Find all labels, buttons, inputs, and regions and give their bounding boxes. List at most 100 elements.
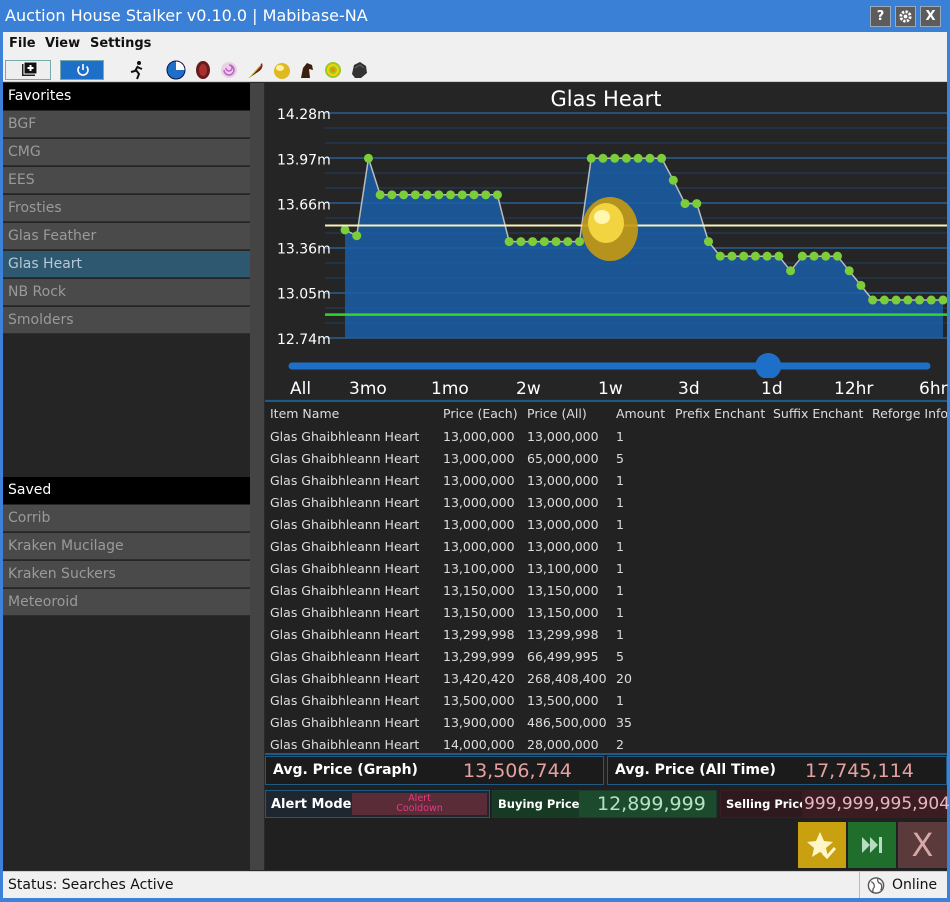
price-point[interactable]: [762, 251, 772, 261]
price-point[interactable]: [668, 175, 678, 185]
price-point[interactable]: [633, 153, 643, 163]
price-point[interactable]: [903, 295, 913, 305]
price-point[interactable]: [856, 280, 866, 290]
table-row[interactable]: Glas Ghaibhleann Heart 13,900,000 486,500,…: [265, 712, 947, 734]
heart-icon[interactable]: [272, 60, 292, 80]
col-prefix-enchant[interactable]: Prefix Enchant: [675, 406, 765, 421]
price-point[interactable]: [645, 153, 655, 163]
sidebar-item-cmg[interactable]: CMG: [3, 139, 250, 166]
price-point[interactable]: [492, 190, 502, 200]
red-item-icon[interactable]: [193, 60, 213, 80]
menu-file[interactable]: File: [9, 36, 36, 51]
sidebar-item-glas-heart[interactable]: Glas Heart: [3, 251, 250, 278]
feather-icon[interactable]: [246, 60, 266, 80]
price-point[interactable]: [410, 190, 420, 200]
price-point[interactable]: [844, 266, 854, 276]
price-point[interactable]: [504, 237, 514, 247]
range-2w[interactable]: 2w: [516, 379, 541, 399]
panel-splitter[interactable]: [250, 83, 264, 870]
price-point[interactable]: [715, 251, 725, 261]
sidebar-item-corrib[interactable]: Corrib: [3, 505, 250, 532]
price-point[interactable]: [352, 231, 362, 241]
menu-view[interactable]: View: [45, 36, 80, 51]
price-point[interactable]: [868, 295, 878, 305]
table-row[interactable]: Glas Ghaibhleann Heart 13,000,000 13,000,0…: [265, 470, 947, 492]
table-row[interactable]: Glas Ghaibhleann Heart 13,420,420 268,408,…: [265, 668, 947, 690]
price-point[interactable]: [446, 190, 456, 200]
price-point[interactable]: [516, 237, 526, 247]
table-row[interactable]: Glas Ghaibhleann Heart 13,299,998 13,299,9…: [265, 624, 947, 646]
price-point[interactable]: [797, 251, 807, 261]
col-item-name[interactable]: Item Name: [270, 406, 339, 421]
sidebar-item-kraken-mucilage[interactable]: Kraken Mucilage: [3, 533, 250, 560]
price-point[interactable]: [422, 190, 432, 200]
ring-icon[interactable]: [323, 60, 343, 80]
price-chart[interactable]: 14.28m 13.97m 13.66m 13.36m 13.05m 12.74m: [265, 105, 947, 375]
price-point[interactable]: [926, 295, 936, 305]
price-point[interactable]: [703, 237, 713, 247]
horse-icon[interactable]: [297, 60, 317, 80]
time-range-slider[interactable]: All 3mo 1mo 2w 1w 3d 1d 12hr 6hr: [265, 352, 948, 400]
selling-price-field[interactable]: 999,999,995,904: [802, 791, 950, 817]
range-12hr[interactable]: 12hr: [834, 379, 873, 399]
sidebar-item-frosties[interactable]: Frosties: [3, 195, 250, 222]
favorite-button[interactable]: [798, 822, 846, 868]
rock-icon[interactable]: [349, 60, 369, 80]
price-point[interactable]: [387, 190, 397, 200]
menu-settings[interactable]: Settings: [90, 36, 151, 51]
sidebar-item-kraken-suckers[interactable]: Kraken Suckers: [3, 561, 250, 588]
price-point[interactable]: [469, 190, 479, 200]
range-1mo[interactable]: 1mo: [431, 379, 469, 399]
price-point[interactable]: [821, 251, 831, 261]
price-point[interactable]: [915, 295, 925, 305]
range-3mo[interactable]: 3mo: [349, 379, 387, 399]
swirl-item-icon[interactable]: [219, 60, 239, 80]
price-point[interactable]: [586, 153, 596, 163]
price-point[interactable]: [551, 237, 561, 247]
price-point[interactable]: [879, 295, 889, 305]
table-row[interactable]: Glas Ghaibhleann Heart 13,000,000 13,000,0…: [265, 536, 947, 558]
slider-track[interactable]: [265, 352, 947, 378]
settings-button[interactable]: [895, 6, 916, 27]
price-point[interactable]: [434, 190, 444, 200]
add-window-button[interactable]: [5, 60, 51, 80]
price-point[interactable]: [832, 251, 842, 261]
runner-icon[interactable]: [127, 60, 147, 80]
sidebar-item-bgf[interactable]: BGF: [3, 111, 250, 138]
remove-button[interactable]: X: [898, 822, 947, 868]
price-point[interactable]: [891, 295, 901, 305]
help-button[interactable]: ?: [870, 6, 891, 27]
price-point[interactable]: [727, 251, 737, 261]
table-row[interactable]: Glas Ghaibhleann Heart 13,500,000 13,500,0…: [265, 690, 947, 712]
buying-price-field[interactable]: 12,899,999: [579, 791, 716, 817]
alert-cooldown-button[interactable]: Alert Cooldown: [352, 793, 487, 815]
pie-icon[interactable]: [166, 60, 186, 80]
col-price-each[interactable]: Price (Each): [443, 406, 518, 421]
table-row[interactable]: Glas Ghaibhleann Heart 13,000,000 13,000,0…: [265, 492, 947, 514]
sidebar-item-glas-feather[interactable]: Glas Feather: [3, 223, 250, 250]
table-row[interactable]: Glas Ghaibhleann Heart 13,100,000 13,100,0…: [265, 558, 947, 580]
price-point[interactable]: [340, 225, 350, 235]
col-reforge-info[interactable]: Reforge Info: [872, 406, 947, 421]
range-6hr[interactable]: 6hr: [919, 379, 948, 399]
price-point[interactable]: [739, 251, 749, 261]
price-point[interactable]: [399, 190, 409, 200]
price-point[interactable]: [809, 251, 819, 261]
range-1d[interactable]: 1d: [761, 379, 783, 399]
price-point[interactable]: [457, 190, 467, 200]
price-point[interactable]: [528, 237, 538, 247]
range-3d[interactable]: 3d: [678, 379, 700, 399]
skip-next-button[interactable]: [848, 822, 896, 868]
table-row[interactable]: Glas Ghaibhleann Heart 13,299,999 66,499,9…: [265, 646, 947, 668]
price-point[interactable]: [680, 199, 690, 209]
price-point[interactable]: [539, 237, 549, 247]
power-button[interactable]: [60, 60, 104, 80]
sidebar-item-smolders[interactable]: Smolders: [3, 307, 250, 334]
price-point[interactable]: [657, 153, 667, 163]
col-suffix-enchant[interactable]: Suffix Enchant: [773, 406, 863, 421]
price-point[interactable]: [363, 153, 373, 163]
table-row[interactable]: Glas Ghaibhleann Heart 13,000,000 13,000,0…: [265, 426, 947, 448]
price-point[interactable]: [621, 153, 631, 163]
col-price-all[interactable]: Price (All): [527, 406, 587, 421]
price-point[interactable]: [598, 153, 608, 163]
